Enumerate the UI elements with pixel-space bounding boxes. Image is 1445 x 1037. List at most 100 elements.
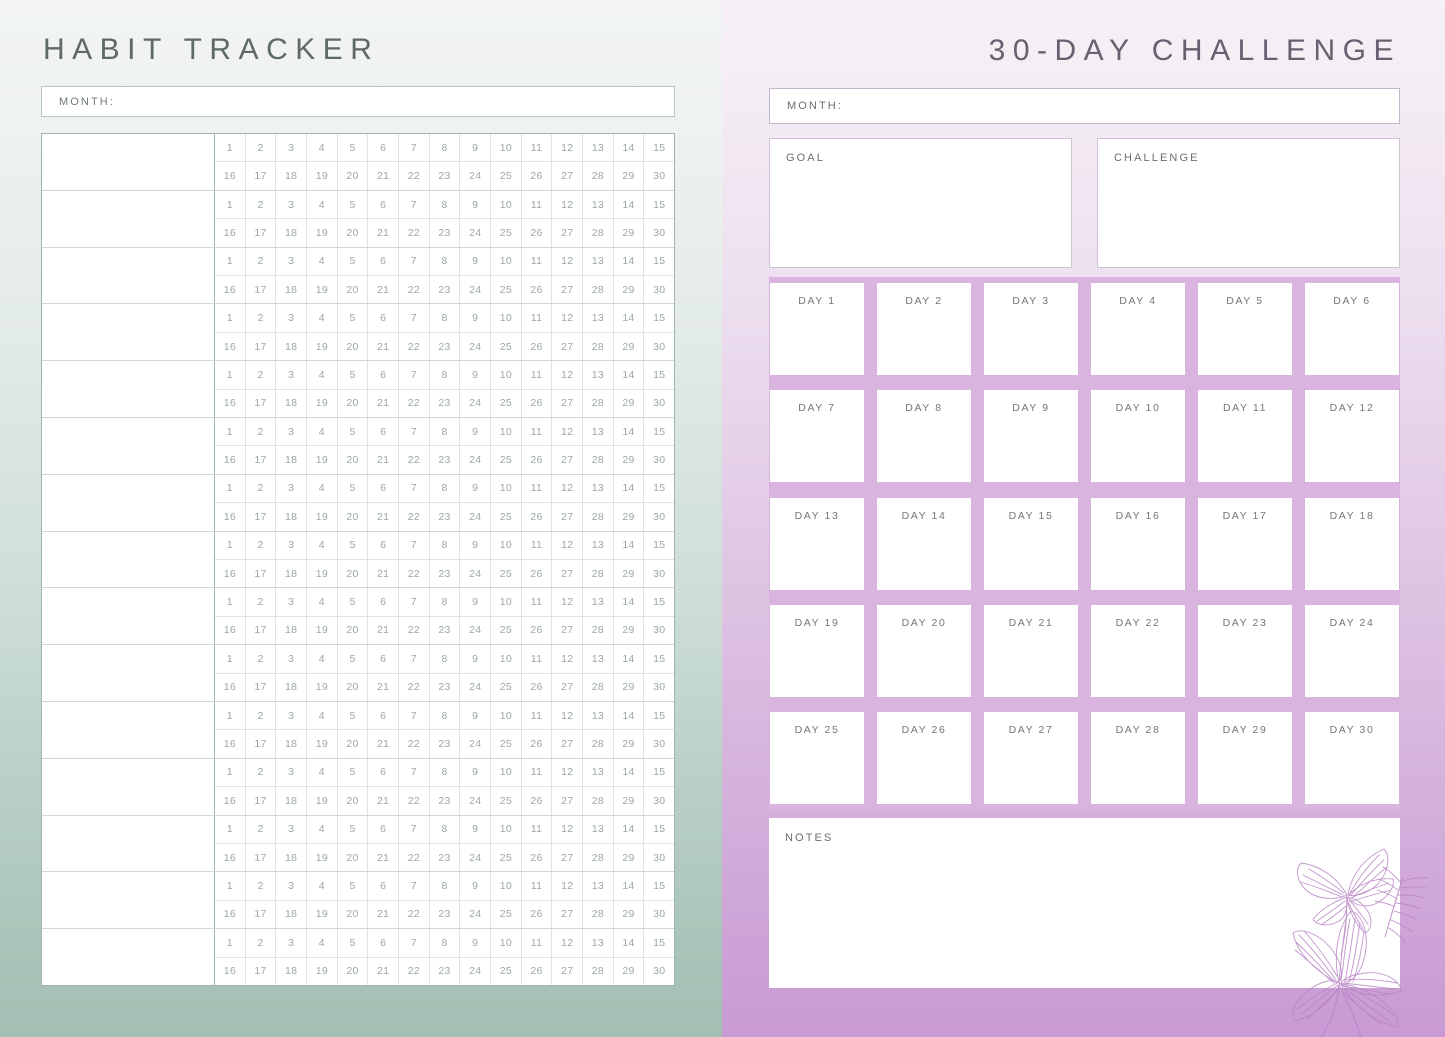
challenge-day-card[interactable]: DAY 28 [1091, 712, 1185, 804]
habit-day-cell[interactable]: 28 [583, 503, 614, 531]
habit-day-cell[interactable]: 16 [215, 673, 246, 701]
habit-day-cell[interactable]: 23 [430, 673, 461, 701]
habit-day-cell[interactable]: 30 [644, 219, 674, 246]
habit-day-cell[interactable]: 16 [215, 559, 246, 588]
habit-day-cell[interactable]: 4 [307, 134, 338, 162]
habit-day-cell[interactable]: 28 [583, 843, 614, 872]
habit-day-cell[interactable]: 24 [460, 389, 492, 417]
habit-day-cell[interactable]: 4 [307, 190, 338, 219]
habit-day-cell[interactable]: 20 [338, 900, 369, 929]
habit-name-input[interactable] [42, 645, 215, 701]
habit-day-cell[interactable]: 4 [307, 361, 338, 389]
habit-day-cell[interactable]: 4 [307, 929, 338, 957]
habit-day-cell[interactable]: 17 [246, 276, 277, 304]
challenge-day-card[interactable]: DAY 4 [1091, 283, 1185, 375]
habit-day-cell[interactable]: 27 [552, 162, 584, 190]
habit-day-cell[interactable]: 12 [552, 247, 584, 275]
habit-day-cell[interactable]: 26 [522, 730, 553, 758]
habit-day-cell[interactable]: 1 [215, 872, 246, 900]
habit-day-cell[interactable]: 6 [368, 247, 400, 275]
habit-day-cell[interactable]: 24 [460, 616, 492, 645]
habit-day-cell[interactable]: 24 [460, 219, 492, 247]
habit-day-cell[interactable]: 9 [460, 815, 492, 843]
habit-day-cell[interactable]: 24 [460, 276, 492, 304]
habit-day-cell[interactable]: 27 [552, 616, 584, 645]
habit-day-cell[interactable]: 7 [399, 247, 430, 275]
habit-day-cell[interactable]: 20 [338, 616, 369, 645]
habit-day-cell[interactable]: 16 [215, 843, 246, 872]
habit-day-cell[interactable]: 26 [522, 900, 553, 929]
habit-day-cell[interactable]: 21 [368, 900, 400, 929]
habit-day-cell[interactable]: 6 [368, 190, 400, 219]
habit-day-cell[interactable]: 16 [215, 957, 246, 985]
habit-day-cell[interactable]: 21 [368, 503, 400, 531]
habit-day-cell[interactable]: 3 [276, 361, 308, 389]
habit-day-cell[interactable]: 1 [215, 701, 246, 730]
habit-day-cell[interactable]: 10 [491, 588, 522, 616]
habit-day-cell[interactable]: 5 [338, 417, 369, 446]
habit-day-cell[interactable]: 5 [338, 701, 369, 730]
habit-day-cell[interactable]: 7 [399, 815, 430, 843]
habit-day-cell[interactable]: 20 [338, 730, 369, 758]
habit-day-cell[interactable]: 11 [522, 588, 553, 616]
habit-day-cell[interactable]: 8 [430, 701, 461, 730]
habit-day-cell[interactable]: 6 [368, 872, 400, 900]
habit-day-cell[interactable]: 21 [368, 389, 400, 417]
habit-day-cell[interactable]: 18 [276, 332, 308, 361]
habit-day-cell[interactable]: 26 [522, 843, 553, 872]
habit-day-cell[interactable]: 12 [552, 134, 584, 162]
habit-day-cell[interactable]: 15 [644, 702, 674, 729]
habit-day-cell[interactable]: 10 [491, 417, 522, 446]
habit-day-cell[interactable]: 13 [583, 304, 614, 332]
habit-day-cell[interactable]: 10 [491, 304, 522, 332]
habit-day-cell[interactable]: 4 [307, 645, 338, 673]
challenge-day-card[interactable]: DAY 7 [770, 390, 864, 483]
habit-day-cell[interactable]: 9 [460, 474, 492, 503]
habit-day-cell[interactable]: 13 [583, 134, 614, 162]
habit-day-cell[interactable]: 5 [338, 361, 369, 389]
habit-day-cell[interactable]: 29 [614, 389, 645, 417]
challenge-day-card[interactable]: DAY 20 [877, 604, 971, 697]
habit-day-cell[interactable]: 28 [583, 559, 614, 588]
habit-day-cell[interactable]: 23 [430, 559, 461, 588]
habit-day-cell[interactable]: 10 [491, 872, 522, 900]
habit-day-cell[interactable]: 2 [246, 815, 277, 843]
habit-day-cell[interactable]: 29 [614, 616, 645, 645]
habit-day-cell[interactable]: 12 [552, 474, 584, 503]
habit-day-cell[interactable]: 12 [552, 531, 584, 559]
habit-day-cell[interactable]: 23 [430, 389, 461, 417]
habit-day-cell[interactable]: 1 [215, 190, 246, 219]
habit-day-cell[interactable]: 30 [644, 446, 674, 473]
habit-day-cell[interactable]: 19 [307, 730, 338, 758]
habit-day-cell[interactable]: 14 [614, 929, 645, 957]
habit-day-cell[interactable]: 14 [614, 247, 645, 275]
habit-day-cell[interactable]: 11 [522, 134, 553, 162]
habit-day-cell[interactable]: 2 [246, 190, 277, 219]
habit-day-cell[interactable]: 30 [644, 333, 674, 360]
habit-day-cell[interactable]: 1 [215, 531, 246, 559]
habit-day-cell[interactable]: 15 [644, 532, 674, 559]
habit-day-cell[interactable]: 21 [368, 673, 400, 701]
habit-day-cell[interactable]: 1 [215, 417, 246, 446]
habit-day-cell[interactable]: 13 [583, 588, 614, 616]
habit-day-cell[interactable]: 3 [276, 588, 308, 616]
habit-day-cell[interactable]: 28 [583, 276, 614, 304]
habit-day-cell[interactable]: 17 [246, 730, 277, 758]
habit-day-cell[interactable]: 9 [460, 701, 492, 730]
habit-day-cell[interactable]: 23 [430, 276, 461, 304]
habit-day-cell[interactable]: 29 [614, 673, 645, 701]
habit-day-cell[interactable]: 15 [644, 645, 674, 672]
habit-day-cell[interactable]: 7 [399, 588, 430, 616]
habit-day-cell[interactable]: 22 [399, 503, 430, 531]
habit-day-cell[interactable]: 12 [552, 701, 584, 730]
habit-day-cell[interactable]: 25 [491, 673, 522, 701]
habit-day-cell[interactable]: 29 [614, 276, 645, 304]
challenge-day-card[interactable]: DAY 1 [770, 283, 864, 375]
habit-day-cell[interactable]: 22 [399, 276, 430, 304]
habit-day-cell[interactable]: 20 [338, 162, 369, 190]
habit-day-cell[interactable]: 30 [644, 390, 674, 417]
habit-day-cell[interactable]: 24 [460, 957, 492, 985]
habit-day-cell[interactable]: 12 [552, 645, 584, 673]
habit-day-cell[interactable]: 24 [460, 673, 492, 701]
challenge-day-card[interactable]: DAY 6 [1305, 283, 1399, 375]
